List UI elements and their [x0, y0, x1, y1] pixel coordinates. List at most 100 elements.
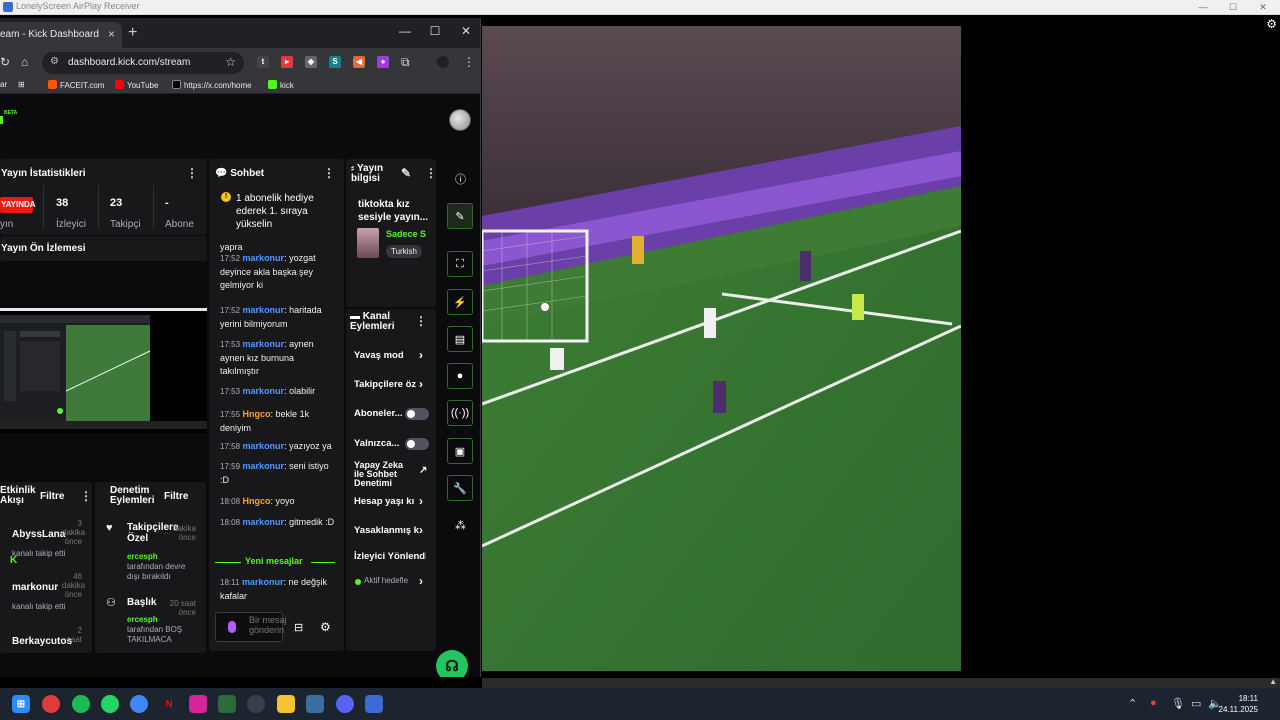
tools-button[interactable]: 🔧 [447, 475, 473, 501]
bookmark-overflow[interactable]: ar [0, 80, 7, 89]
extension-icon[interactable]: ◀ [353, 56, 365, 68]
more-icon[interactable]: ⋮ [186, 166, 198, 180]
windows-start-icon[interactable]: ⊞ [12, 695, 30, 713]
more-icon[interactable]: ⋮ [323, 166, 335, 180]
reload-icon[interactable]: ↻ [0, 55, 10, 69]
bookmark-youtube[interactable]: YouTube [115, 80, 158, 90]
microphone-icon[interactable] [228, 621, 236, 633]
gear-icon[interactable]: ⚙ [1266, 17, 1277, 31]
support-button[interactable]: ☊ [436, 650, 468, 677]
activity-user[interactable]: markonur [12, 582, 58, 593]
minimize-button[interactable]: — [1188, 0, 1218, 14]
connections-icon[interactable]: ⁂ [455, 519, 466, 532]
toggle-switch[interactable] [405, 438, 429, 450]
channel-action-4[interactable]: Yapay Zeka ile Sohbet Denetimi [354, 461, 412, 488]
kick-logo[interactable] [0, 116, 3, 124]
channel-action-7[interactable]: İzleyici Yönlendir [354, 551, 426, 562]
msg-user[interactable]: markonur [243, 305, 285, 315]
extensions-puzzle-icon[interactable]: ⧉ [401, 55, 410, 70]
msg-user[interactable]: markonur [243, 441, 285, 451]
close-button[interactable]: ✕ [456, 24, 476, 38]
new-tab-button[interactable]: + [128, 24, 137, 42]
app-icon[interactable] [306, 695, 324, 713]
moderator-name[interactable]: ercesph [127, 615, 158, 624]
menu-icon[interactable]: ⋮ [463, 55, 475, 69]
emote-icon[interactable]: ⊟ [294, 621, 303, 634]
horizontal-scrollbar[interactable]: ▲ [482, 677, 1280, 688]
netflix-icon[interactable]: N [160, 695, 178, 713]
moderation-filter[interactable]: Filtre [164, 491, 188, 502]
chat-popout-button[interactable]: ● [447, 363, 473, 389]
network-icon[interactable]: ▭ [1191, 697, 1201, 710]
msg-user[interactable]: markonur [242, 577, 284, 587]
avatar[interactable] [449, 109, 471, 131]
msg-user[interactable]: Hngco [243, 496, 271, 506]
chevron-up-icon[interactable]: ⌃ [1128, 697, 1137, 710]
extension-icon[interactable]: S [329, 56, 341, 68]
notes-button[interactable]: ▤ [447, 326, 473, 352]
stream-preview[interactable] [0, 308, 207, 433]
moderator-name[interactable]: ercesph [127, 552, 158, 561]
channel-action-1[interactable]: Takipçilere öz [354, 379, 426, 390]
whatsapp-icon[interactable] [101, 695, 119, 713]
toggle-switch[interactable] [405, 408, 429, 420]
external-link-icon[interactable]: ↗ [419, 465, 427, 476]
maximize-button[interactable]: ☐ [1218, 0, 1248, 14]
layout-button[interactable]: ▣ [447, 438, 473, 464]
chevron-right-icon[interactable]: › [419, 348, 423, 362]
more-icon[interactable]: ⋮ [415, 314, 427, 328]
chevron-right-icon[interactable]: › [419, 494, 423, 508]
site-info-icon[interactable]: ⚙ [50, 56, 59, 67]
bookmark-kick[interactable]: kick [268, 80, 294, 90]
instagram-icon[interactable] [189, 695, 207, 713]
channel-action-6[interactable]: Yasaklanmış k [354, 525, 426, 536]
shield-icon[interactable]: ◆ [305, 56, 317, 68]
lonelyscreen-taskbar-icon[interactable] [365, 695, 383, 713]
tab-kick-dashboard[interactable]: eam - Kick Dashboard × [0, 22, 122, 48]
gift-banner[interactable]: 1 abonelik hediye ederek 1. sıraya yükse… [236, 192, 336, 231]
bookmark-x[interactable]: https://x.com/home [172, 80, 252, 90]
app-icon[interactable] [218, 695, 236, 713]
maximize-button[interactable]: ☐ [425, 24, 445, 38]
msg-user[interactable]: markonur [243, 517, 285, 527]
minimize-button[interactable]: — [395, 24, 415, 38]
extension-icon[interactable]: t [257, 56, 269, 68]
discord-icon[interactable] [336, 695, 354, 713]
bookmark-star-icon[interactable]: ☆ [225, 55, 236, 69]
chrome-icon[interactable] [130, 695, 148, 713]
clock[interactable]: 18:11 24.11.2025 [1219, 693, 1258, 715]
chat-input[interactable]: Bir mesaj gönderin [215, 612, 287, 642]
app-tray-icon[interactable]: ● [1150, 697, 1157, 709]
more-icon[interactable]: ⋮ [80, 489, 92, 503]
chat-settings-gear-icon[interactable]: ⚙ [320, 620, 331, 634]
msg-user[interactable]: Hngco [243, 409, 271, 419]
pencil-icon[interactable]: ✎ [401, 166, 411, 180]
home-icon[interactable]: ⌂ [21, 55, 28, 69]
bookmark-faceit[interactable]: FACEIT.com [48, 80, 104, 90]
new-messages-divider[interactable]: Yeni mesajlar [215, 556, 335, 568]
extension-icon[interactable]: ● [377, 56, 389, 68]
extension-icon[interactable]: ▸ [281, 56, 293, 68]
chevron-right-icon[interactable]: › [419, 377, 423, 391]
app-icon[interactable] [247, 695, 265, 713]
screenshot-button[interactable]: ⛶ [447, 251, 473, 277]
more-icon[interactable]: ⋮ [425, 166, 436, 180]
edit-stream-button[interactable]: ✎ [447, 203, 473, 229]
apps-grid-icon[interactable]: ⊞ [18, 80, 25, 89]
profile-icon[interactable] [437, 56, 449, 68]
scroll-up-arrow-icon[interactable]: ▲ [1269, 677, 1277, 686]
activity-user[interactable]: AbyssLana [12, 529, 65, 540]
close-button[interactable]: ✕ [1248, 0, 1278, 14]
quick-actions-button[interactable]: ⚡ [447, 289, 473, 315]
msg-user[interactable]: markonur [243, 386, 285, 396]
app-icon[interactable] [42, 695, 60, 713]
close-icon[interactable]: × [108, 27, 115, 41]
activity-filter[interactable]: Filtre [40, 491, 64, 502]
microphone-icon[interactable]: 🎙 [1171, 697, 1185, 710]
file-explorer-icon[interactable] [277, 695, 295, 713]
channel-action-0[interactable]: Yavaş mod [354, 350, 426, 361]
chevron-right-icon[interactable]: › [419, 523, 423, 537]
msg-user[interactable]: markonur [243, 339, 285, 349]
chevron-right-icon[interactable]: › [419, 574, 423, 588]
msg-user[interactable]: markonur [243, 253, 285, 263]
